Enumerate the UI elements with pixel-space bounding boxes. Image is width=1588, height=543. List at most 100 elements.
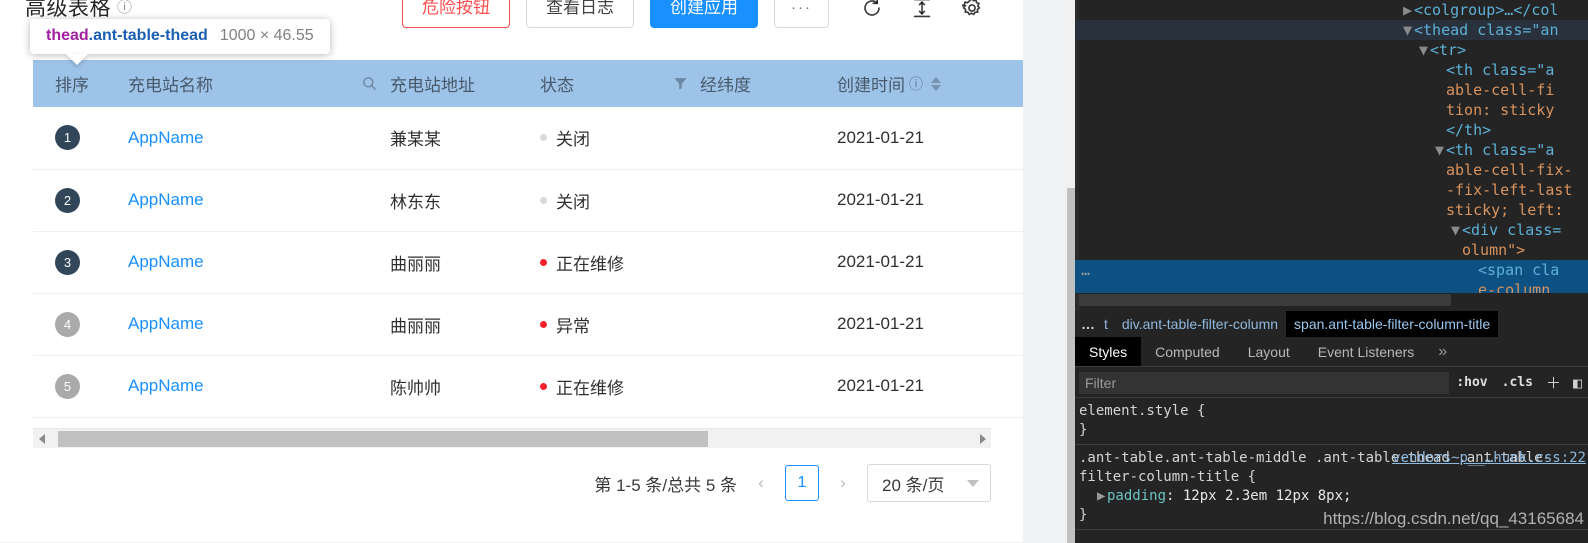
app-name-link[interactable]: AppName	[128, 252, 204, 271]
column-header-create-time[interactable]: 创建时间 ⓘ	[837, 60, 1023, 107]
style-source-link[interactable]: vendors~p__…hunk.css:22	[1392, 449, 1586, 468]
watermark: https://blog.csdn.net/qq_43165684	[1323, 509, 1584, 528]
chevron-down-icon[interactable]: ▼	[1451, 220, 1462, 240]
dom-tree-row[interactable]: olumn">	[1075, 240, 1588, 260]
dom-tree-row[interactable]: </th>	[1075, 120, 1588, 140]
dom-tree-row[interactable]: ▼ <thead class="an	[1075, 20, 1588, 40]
breadcrumb-item[interactable]: div.ant-table-filter-column	[1114, 311, 1286, 337]
column-height-icon[interactable]	[909, 0, 935, 21]
dom-tree-row[interactable]: <th class="a	[1075, 60, 1588, 80]
dom-scrollbar-thumb[interactable]	[1079, 294, 1451, 306]
column-header-rank[interactable]: 排序	[33, 60, 128, 107]
toggle-sidebar-icon[interactable]: ◧	[1567, 374, 1588, 392]
cls-toggle-button[interactable]: .cls	[1495, 375, 1540, 390]
gear-icon[interactable]	[959, 0, 985, 21]
table-body: 1 AppName 兼某某 关闭 2021-01-21 2 AppName 林东…	[33, 107, 1023, 418]
cell-name: AppName	[128, 355, 390, 418]
tab-event-listeners[interactable]: Event Listeners	[1304, 337, 1429, 366]
scrollbar-track[interactable]	[50, 429, 974, 449]
dom-token: <tr>	[1430, 41, 1467, 59]
dom-tree[interactable]: ▶ <colgroup>…</col ▼ <thead class="an ▼ <tr> …	[1075, 0, 1588, 293]
tab-layout[interactable]: Layout	[1234, 337, 1304, 366]
page-vertical-scrollbar[interactable]	[1063, 0, 1075, 543]
app-name-link[interactable]: AppName	[128, 314, 204, 333]
table-row[interactable]: 3 AppName 曲丽丽 正在维修 2021-01-21	[33, 231, 1023, 294]
chevron-right-icon[interactable]: ▶	[1403, 0, 1414, 20]
dom-token: sticky; left:	[1446, 201, 1564, 219]
dom-collapsed-marker[interactable]: …	[1081, 260, 1090, 280]
tooltip-tag-name: thead	[46, 27, 89, 44]
column-sorter[interactable]	[931, 76, 941, 91]
breadcrumb-item[interactable]: …	[1075, 311, 1102, 337]
dom-token: <div class=	[1462, 221, 1562, 239]
app-name-link[interactable]: AppName	[128, 128, 204, 147]
table-horizontal-scrollbar[interactable]	[33, 428, 991, 448]
dom-tree-row[interactable]: sticky; left:	[1075, 200, 1588, 220]
inspected-page: 高级表格 ⓘ 危险按钮 查看日志 创建应用 ··· 排序 充电站名称 充电站地址…	[0, 0, 1075, 543]
breadcrumb-item[interactable]: t	[1102, 311, 1114, 337]
chevron-down-icon[interactable]: ▼	[1419, 40, 1430, 60]
column-header-name[interactable]: 充电站名称	[128, 60, 390, 107]
reload-icon[interactable]	[859, 0, 885, 21]
search-icon[interactable]	[361, 75, 378, 92]
question-circle-icon[interactable]: ⓘ	[117, 0, 133, 17]
view-log-button[interactable]: 查看日志	[526, 0, 634, 28]
hov-toggle-button[interactable]: :hov	[1449, 375, 1494, 390]
dom-tree-row[interactable]: ▶ <colgroup>…</col	[1075, 0, 1588, 20]
page-scrollbar-thumb[interactable]	[1067, 188, 1075, 543]
dom-tree-row[interactable]: able-cell-fi	[1075, 80, 1588, 100]
chevron-left-icon[interactable]: ‹	[751, 473, 771, 493]
scrollbar-thumb[interactable]	[58, 430, 708, 447]
dom-tree-horizontal-scrollbar[interactable]	[1079, 293, 1588, 307]
dom-token: </th>	[1446, 121, 1492, 139]
more-actions-button[interactable]: ···	[774, 0, 829, 28]
style-property-value[interactable]: 12px 2.3em 12px 8px;	[1183, 488, 1352, 504]
question-circle-icon[interactable]: ⓘ	[909, 74, 923, 94]
dom-tree-row[interactable]: ▼ <tr>	[1075, 40, 1588, 60]
status-label: 异常	[556, 316, 590, 336]
column-header-status[interactable]: 状态	[540, 60, 700, 107]
devtools-sidebar-tabs[interactable]: Styles Computed Layout Event Listeners»	[1075, 337, 1588, 367]
more-tabs-button[interactable]: »	[1428, 337, 1457, 366]
table-row[interactable]: 1 AppName 兼某某 关闭 2021-01-21	[33, 107, 1023, 170]
dom-tree-row[interactable]: tion: sticky	[1075, 100, 1588, 120]
tab-computed[interactable]: Computed	[1141, 337, 1234, 366]
chevron-right-icon[interactable]: ›	[833, 473, 853, 493]
create-app-button[interactable]: 创建应用	[650, 0, 758, 28]
toolbar: 危险按钮 查看日志 创建应用 ···	[402, 0, 985, 28]
breadcrumb-item[interactable]: span.ant-table-filter-column-title	[1286, 311, 1499, 337]
dom-tree-row[interactable]: e-column	[1075, 280, 1588, 293]
danger-button[interactable]: 危险按钮	[402, 0, 510, 28]
tab-styles[interactable]: Styles	[1075, 337, 1142, 366]
chevron-down-icon[interactable]: ▼	[1435, 140, 1446, 160]
filter-icon[interactable]	[673, 76, 688, 91]
style-declaration[interactable]: ▶ padding: 12px 2.3em 12px 8px;	[1079, 487, 1584, 506]
table-row[interactable]: 4 AppName 曲丽丽 异常 2021-01-21	[33, 293, 1023, 356]
dom-tree-row[interactable]: <span cla…	[1075, 260, 1588, 280]
chevron-down-icon[interactable]: ▼	[1403, 20, 1414, 40]
expander-icon[interactable]: ▶	[1097, 487, 1107, 506]
table-row[interactable]: 5 AppName 陈帅帅 正在维修 2021-01-21	[33, 355, 1023, 418]
dom-tree-row[interactable]: -fix-left-last	[1075, 180, 1588, 200]
app-name-link[interactable]: AppName	[128, 190, 204, 209]
app-name-link[interactable]: AppName	[128, 376, 204, 395]
triangle-right-icon[interactable]	[974, 429, 991, 449]
pagination-page-1[interactable]: 1	[785, 465, 819, 501]
triangle-left-icon[interactable]	[33, 429, 50, 449]
dom-tree-row[interactable]: ▼ <div class=	[1075, 220, 1588, 240]
styles-filter-input[interactable]	[1079, 371, 1450, 394]
style-property-name[interactable]: padding	[1107, 488, 1166, 504]
table-scroll-container[interactable]: 排序 充电站名称 充电站地址 状态 经纬度 创建时间 ⓘ 1 AppName 兼…	[33, 60, 1023, 435]
rank-badge: 2	[55, 187, 80, 213]
dom-tree-row[interactable]: ▼ <th class="a	[1075, 140, 1588, 160]
dom-breadcrumb[interactable]: … t div.ant-table-filter-column span.ant-ta…	[1075, 311, 1588, 337]
dom-tree-row[interactable]: able-cell-fix-	[1075, 160, 1588, 180]
page-size-select[interactable]: 20 条/页	[867, 464, 991, 502]
column-header-geo[interactable]: 经纬度	[700, 60, 837, 107]
table-row[interactable]: 2 AppName 林东东 关闭 2021-01-21	[33, 169, 1023, 232]
plus-icon[interactable]: ＋	[1540, 372, 1567, 393]
column-header-address[interactable]: 充电站地址	[390, 60, 540, 107]
column-label-name: 充电站名称	[128, 76, 213, 95]
